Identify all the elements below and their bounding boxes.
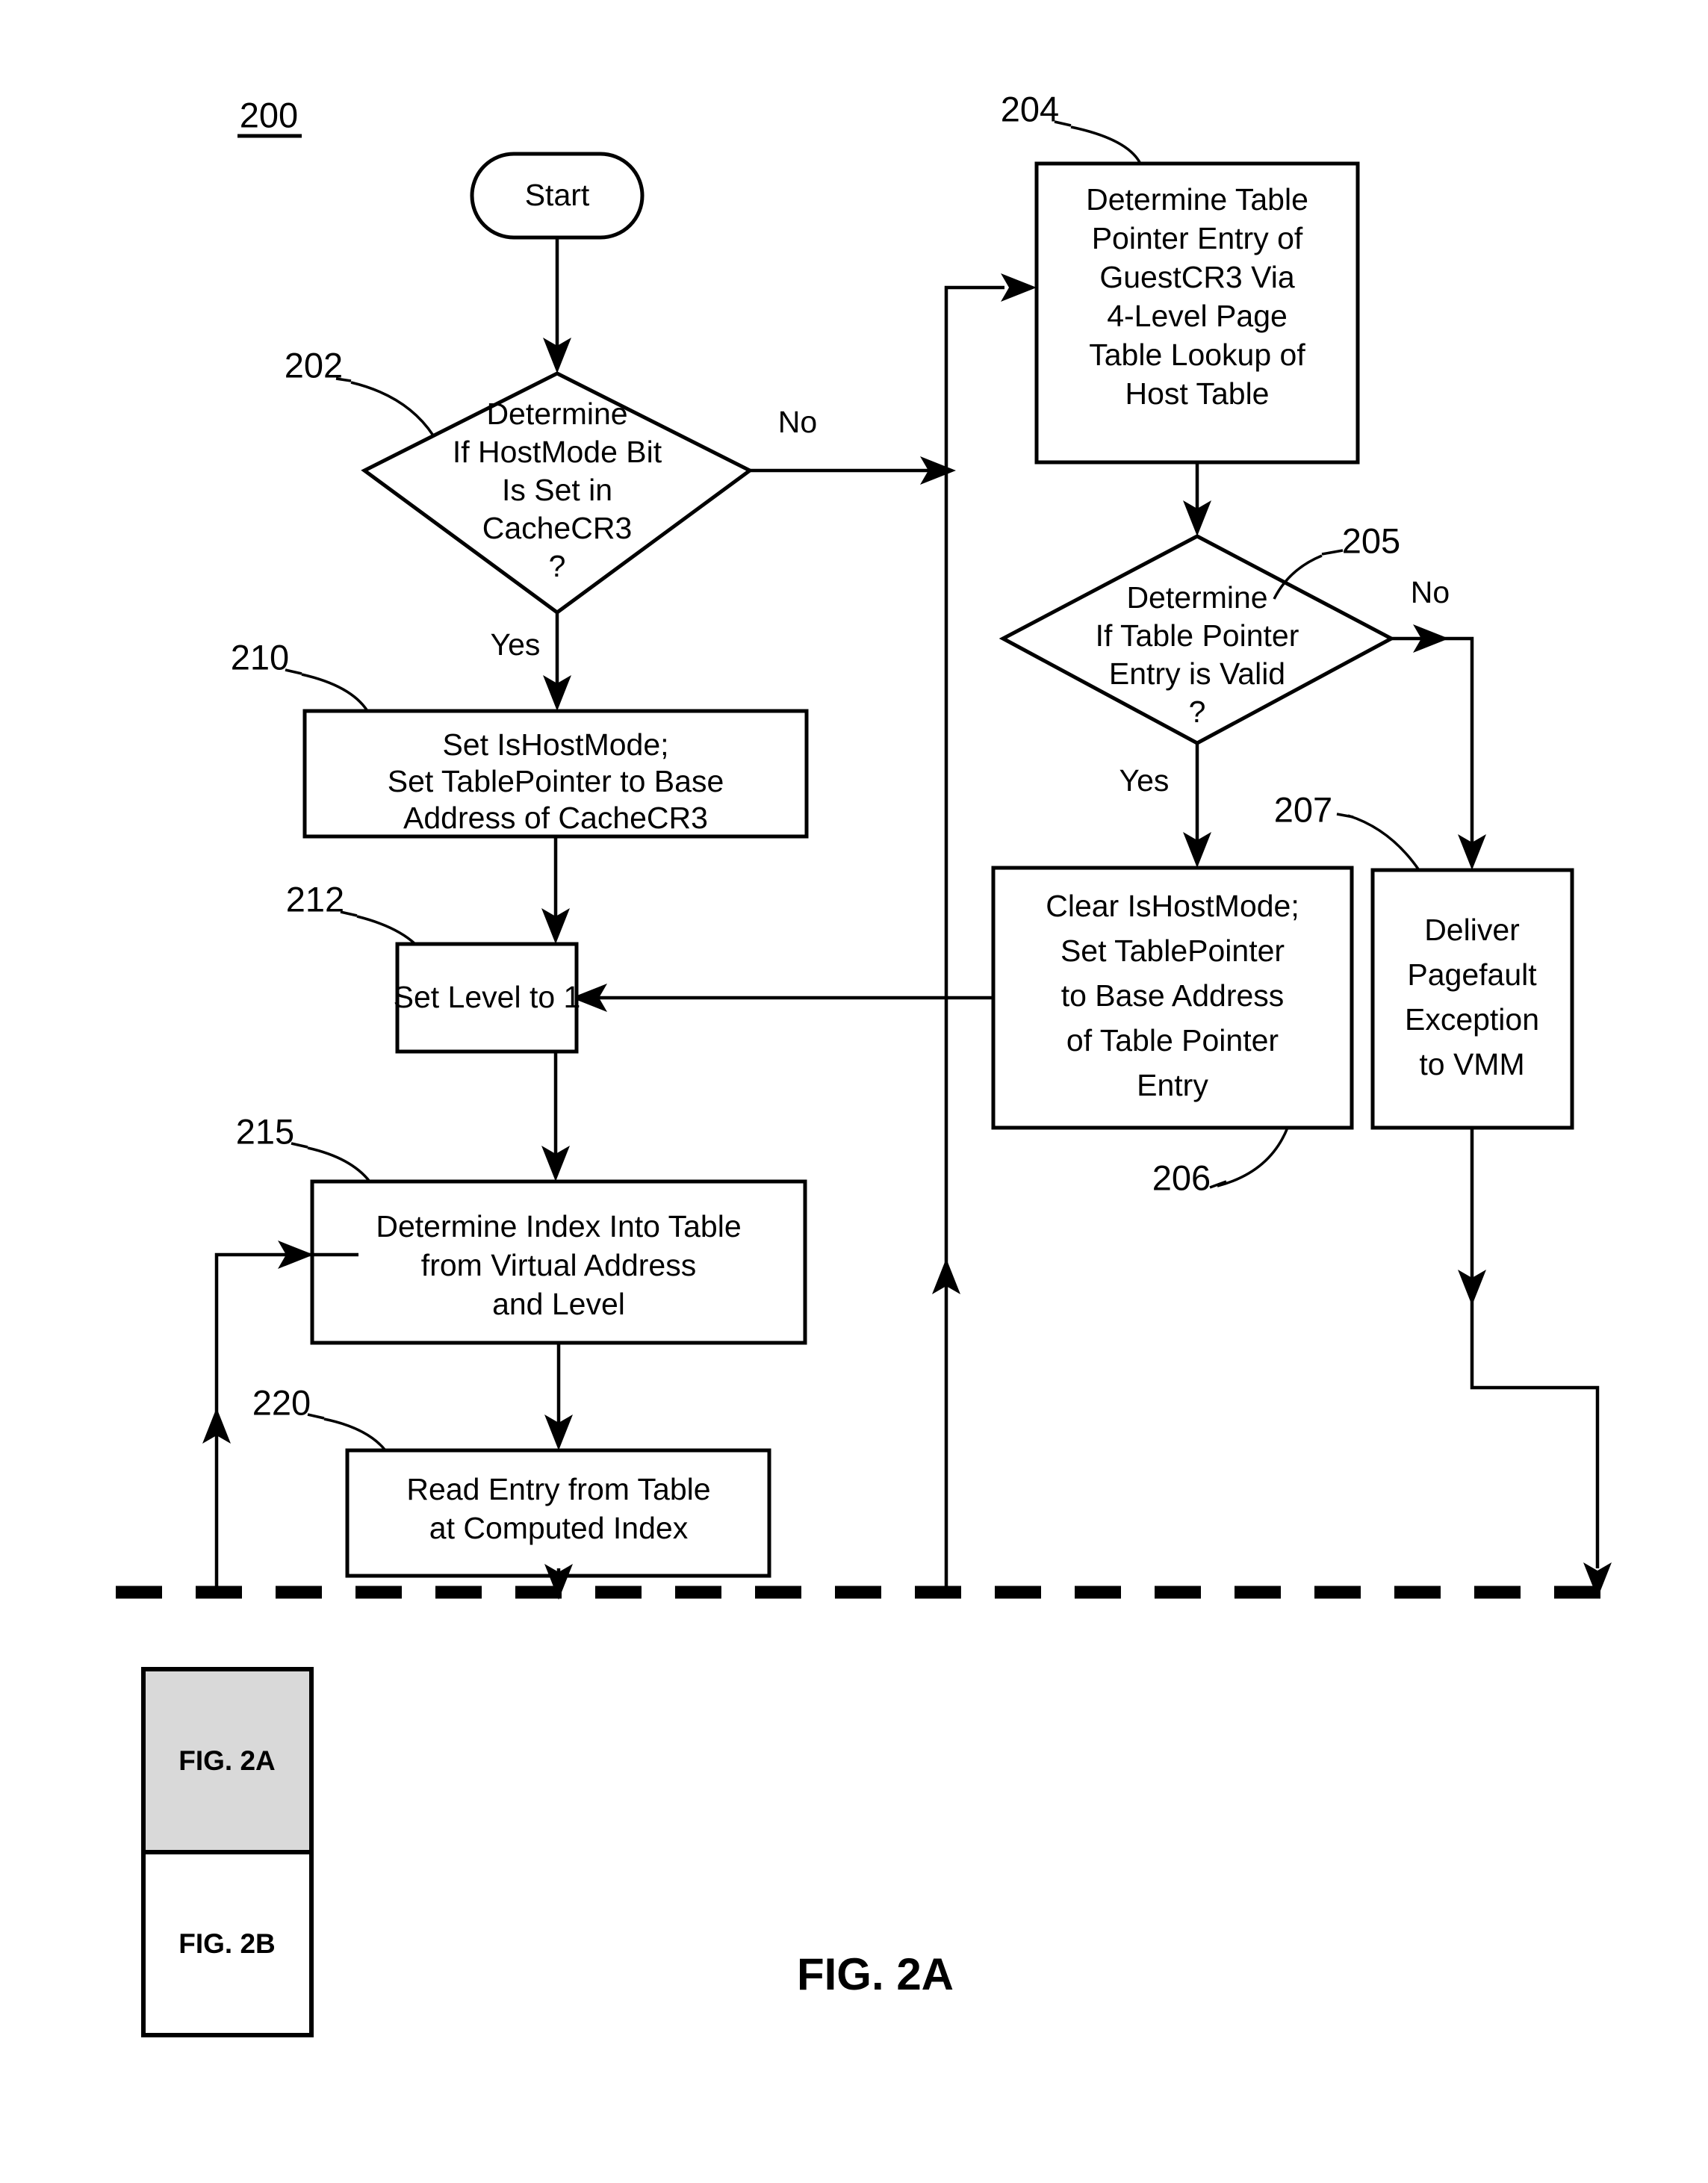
- ref-205: 205: [1342, 521, 1400, 560]
- process-215-line-2: from Virtual Address: [421, 1248, 696, 1282]
- process-206-line-3: to Base Address: [1061, 978, 1285, 1013]
- process-204-line-2: Pointer Entry of: [1092, 221, 1303, 255]
- arrowhead-trunk-to-204: [1001, 273, 1037, 302]
- ref-204: 204: [1001, 89, 1059, 128]
- ref-210-leader: [301, 673, 369, 712]
- ref-207-leader: [1347, 814, 1420, 871]
- process-212-label: Set Level to 1: [394, 980, 581, 1014]
- decision-205-line-4: ?: [1189, 695, 1206, 729]
- process-204-line-5: Table Lookup of: [1089, 338, 1305, 372]
- process-207: [1370, 868, 1574, 1130]
- ref-210: 210: [231, 637, 289, 677]
- decision-202-line-1: Determine: [486, 397, 627, 431]
- process-220-line-1: Read Entry from Table: [406, 1472, 710, 1506]
- decision-205-line-1: Determine: [1126, 580, 1267, 615]
- process-210-line-1: Set IsHostMode;: [442, 727, 668, 762]
- process-206-line-2: Set TablePointer: [1060, 934, 1285, 968]
- legend-label-fig2a: FIG. 2A: [178, 1745, 276, 1776]
- diagram-ref-200: 200: [240, 95, 298, 134]
- process-204-line-3: GuestCR3 Via: [1099, 260, 1295, 294]
- edge-label-202-no: No: [778, 405, 817, 439]
- ref-205-tick: [1321, 549, 1344, 556]
- figure-caption: FIG. 2A: [797, 1949, 954, 1999]
- process-215-line-1: Determine Index Into Table: [376, 1209, 741, 1243]
- decision-205-line-2: If Table Pointer: [1096, 618, 1299, 653]
- ref-206: 206: [1152, 1158, 1211, 1197]
- ref-212: 212: [286, 879, 344, 919]
- process-206-line-5: Entry: [1137, 1068, 1208, 1102]
- process-206-line-1: Clear IsHostMode;: [1046, 889, 1299, 923]
- decision-202-line-4: CacheCR3: [482, 511, 633, 545]
- ref-212-leader: [356, 915, 417, 945]
- process-204-line-6: Host Table: [1125, 376, 1270, 411]
- process-207-line-4: to VMM: [1419, 1047, 1524, 1081]
- ref-202: 202: [285, 345, 343, 385]
- process-207-line-2: Pagefault: [1407, 957, 1537, 992]
- process-210-line-2: Set TablePointer to Base: [388, 764, 724, 798]
- decision-205-line-3: Entry is Valid: [1109, 656, 1285, 691]
- process-220-line-2: at Computed Index: [429, 1511, 689, 1545]
- flowchart-diagram: 200 Start Determine If HostMode Bit Is S…: [116, 89, 1617, 2037]
- patent-figure-page: 200 Start Determine If HostMode Bit Is S…: [0, 0, 1708, 2183]
- ref-206-leader: [1217, 1127, 1289, 1187]
- start-terminator-label: Start: [525, 178, 590, 212]
- ref-215: 215: [236, 1111, 294, 1151]
- process-210-line-3: Address of CacheCR3: [403, 801, 708, 835]
- edge-205-no: [1391, 636, 1474, 845]
- edge-label-205-no: No: [1411, 575, 1450, 609]
- process-204-line-4: 4-Level Page: [1107, 299, 1288, 333]
- edge-207-to-boundary: [1470, 1128, 1600, 1568]
- decision-202-line-2: If HostMode Bit: [453, 435, 662, 469]
- process-207-line-1: Deliver: [1424, 913, 1520, 947]
- ref-220: 220: [252, 1382, 311, 1422]
- process-207-line-3: Exception: [1405, 1002, 1539, 1037]
- ref-202-leader: [350, 381, 435, 436]
- ref-204-leader: [1070, 125, 1142, 164]
- ref-207: 207: [1274, 789, 1332, 829]
- decision-202-line-3: Is Set in: [502, 473, 612, 507]
- legend-label-fig2b: FIG. 2B: [178, 1928, 276, 1959]
- process-204-line-1: Determine Table: [1086, 182, 1308, 217]
- ref-215-leader: [307, 1146, 371, 1183]
- edge-label-205-yes: Yes: [1119, 763, 1170, 798]
- edge-label-202-yes: Yes: [491, 627, 541, 662]
- decision-202-line-5: ?: [549, 549, 566, 583]
- process-215-line-3: and Level: [492, 1287, 625, 1321]
- process-206-line-4: of Table Pointer: [1066, 1023, 1279, 1058]
- ref-220-leader: [323, 1417, 387, 1452]
